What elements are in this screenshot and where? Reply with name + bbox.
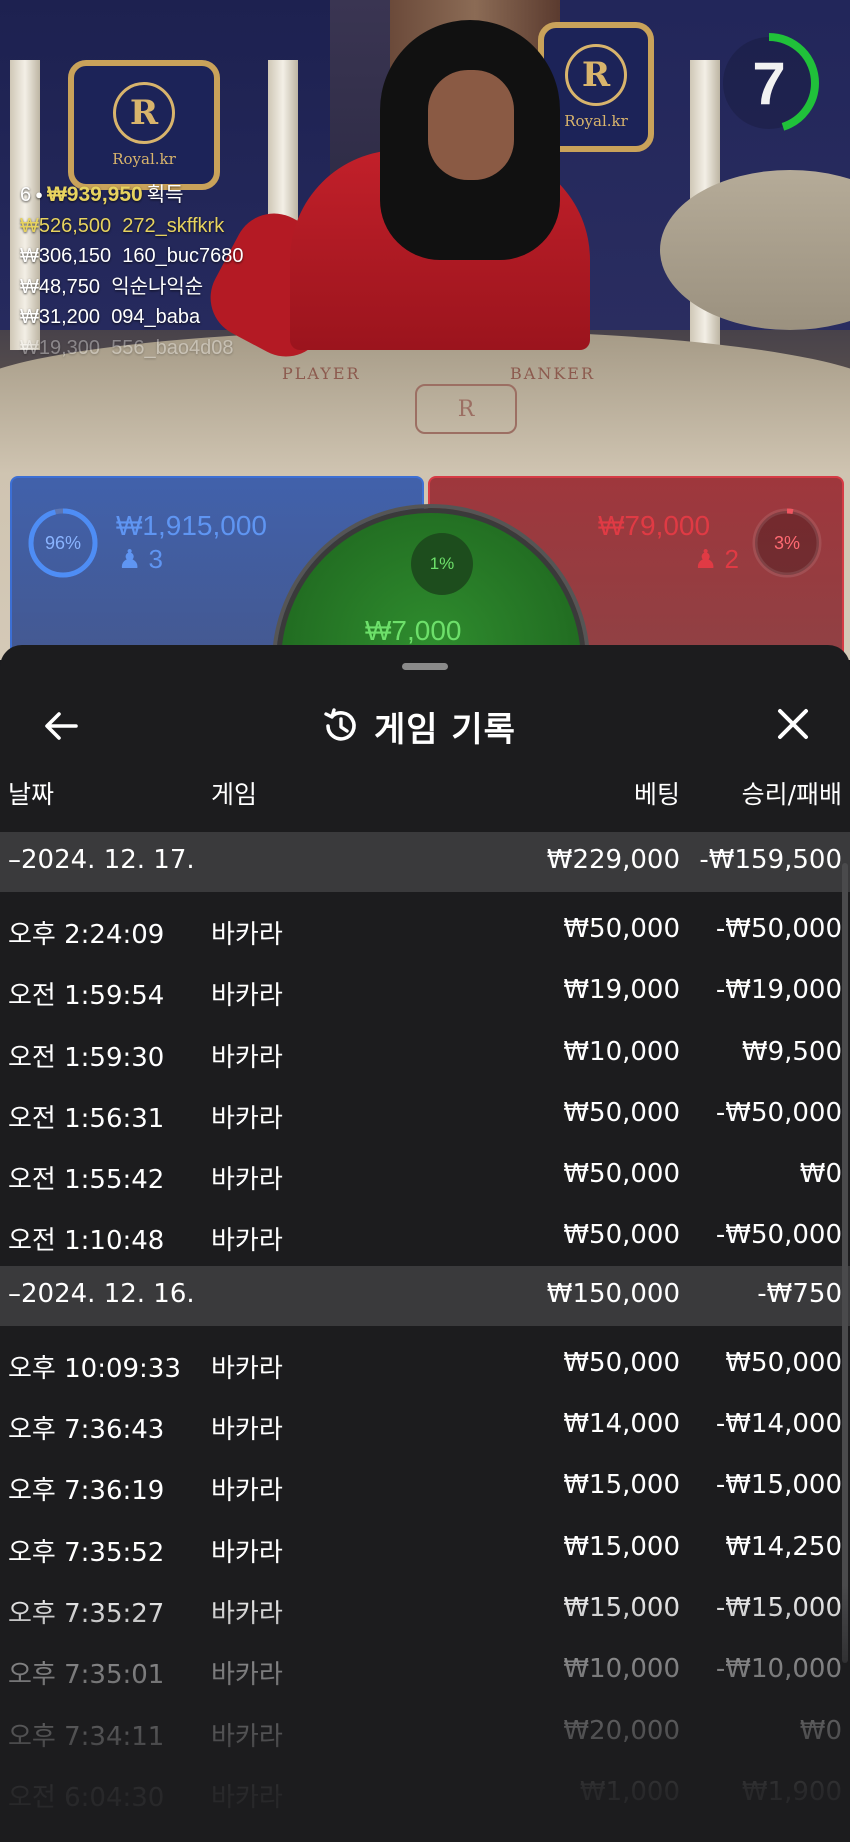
history-row[interactable]: 오후 7:36:43 바카라 ₩14,000 -₩14,000 bbox=[0, 1393, 850, 1454]
date-group-header[interactable]: –2024. 12. 16. ₩150,000 -₩750 bbox=[0, 1265, 850, 1326]
column-bet: 베팅 bbox=[633, 780, 680, 809]
winners-total-suffix: 획득 bbox=[146, 184, 184, 206]
winner-row: ₩19,300 556_bao4d08 bbox=[20, 336, 234, 359]
tie-percent: 1% bbox=[411, 533, 473, 595]
history-row[interactable]: 오전 1:59:30 바카라 ₩10,000 ₩9,500 bbox=[0, 1021, 850, 1082]
winners-total: ₩939,950 bbox=[46, 183, 143, 206]
brand-logo: R Royal.kr bbox=[68, 60, 220, 190]
game-history-sheet: 게임 기록 날짜 게임 베팅 승리/패배 –2024. 12. 17. ₩229… bbox=[0, 645, 850, 1842]
history-row[interactable]: 오전 1:59:54 바카라 ₩19,000 -₩19,000 bbox=[0, 959, 850, 1020]
history-row[interactable]: 오후 7:34:11 바카라 ₩20,000 ₩0 bbox=[0, 1700, 850, 1761]
date-group-header[interactable]: –2024. 12. 17. ₩229,000 -₩159,500 bbox=[0, 832, 850, 892]
history-row[interactable]: 오전 1:56:31 바카라 ₩50,000 -₩50,000 bbox=[0, 1082, 850, 1143]
back-arrow-icon bbox=[45, 712, 78, 740]
winners-list: 6 ● ₩939,950 획득 ₩526,500 272_skffkrk ₩30… bbox=[20, 180, 244, 363]
history-row[interactable]: 오전 1:55:42 바카라 ₩50,000 ₩0 bbox=[0, 1143, 850, 1204]
close-icon bbox=[778, 709, 808, 739]
history-row[interactable]: 오후 7:35:01 바카라 ₩10,000 -₩10,000 bbox=[0, 1638, 850, 1699]
column-game: 게임 bbox=[211, 780, 258, 809]
column-date: 날짜 bbox=[8, 780, 55, 809]
player-bet-count: ♟ 3 bbox=[118, 544, 164, 574]
round-timer: 7 bbox=[716, 30, 822, 136]
timer-seconds: 7 bbox=[752, 49, 786, 117]
winner-row: ₩48,750 익순나익순 bbox=[20, 275, 204, 298]
history-row[interactable]: 오후 2:24:09 바카라 ₩50,000 -₩50,000 bbox=[0, 898, 850, 959]
history-row[interactable]: 오후 7:36:19 바카라 ₩15,000 -₩15,000 bbox=[0, 1454, 850, 1515]
history-list: –2024. 12. 17. ₩229,000 -₩159,500 오후 2:2… bbox=[0, 832, 850, 1822]
felt-logo: R bbox=[415, 384, 517, 434]
history-row[interactable]: 오후 7:35:52 바카라 ₩15,000 ₩14,250 bbox=[0, 1516, 850, 1577]
sheet-header: 게임 기록 bbox=[0, 685, 850, 765]
banker-percent-ring: 3% bbox=[750, 506, 824, 580]
user-icon: ● bbox=[35, 187, 43, 202]
user-icon: ♟ bbox=[118, 544, 142, 574]
banker-percent: 3% bbox=[773, 532, 800, 553]
back-button[interactable] bbox=[38, 703, 84, 749]
winners-summary: 6 ● ₩939,950 획득 bbox=[20, 180, 244, 211]
winner-row: ₩526,500 272_skffkrk bbox=[20, 214, 225, 237]
dealer bbox=[428, 70, 514, 180]
history-row[interactable]: 오전 1:10:48 바카라 ₩50,000 -₩50,000 bbox=[0, 1204, 850, 1265]
history-row[interactable]: 오후 7:35:27 바카라 ₩15,000 -₩15,000 bbox=[0, 1577, 850, 1638]
history-icon bbox=[324, 708, 356, 741]
scrollbar[interactable] bbox=[842, 863, 848, 1663]
sheet-title: 게임 기록 bbox=[320, 701, 516, 751]
banker-bet-amount: ₩79,000 bbox=[598, 510, 711, 541]
tie-bet-amount: ₩7,000 bbox=[365, 615, 462, 646]
player-percent-ring: 96% bbox=[26, 506, 100, 580]
history-row[interactable]: 오후 10:09:33 바카라 ₩50,000 ₩50,000 bbox=[0, 1332, 850, 1393]
user-icon: ♟ bbox=[694, 544, 718, 574]
player-percent: 96% bbox=[44, 532, 82, 553]
felt-label-banker: BANKER bbox=[510, 364, 595, 383]
sheet-drag-handle[interactable] bbox=[402, 663, 448, 670]
felt-label-player: PLAYER bbox=[282, 364, 361, 383]
table-header: 날짜 게임 베팅 승리/패배 bbox=[0, 775, 850, 815]
winner-row: ₩31,200 094_baba bbox=[20, 306, 201, 328]
winner-row: ₩306,150 160_buc7680 bbox=[20, 245, 244, 267]
column-winloss: 승리/패배 bbox=[741, 780, 842, 809]
page-title: 게임 기록 bbox=[374, 709, 516, 750]
banker-bet-count: ♟ 2 bbox=[694, 544, 740, 574]
close-button[interactable] bbox=[768, 699, 818, 749]
player-bet-amount: ₩1,915,000 bbox=[116, 510, 267, 541]
winner-count: 6 bbox=[20, 184, 32, 206]
history-row[interactable]: 오전 6:04:30 바카라 ₩1,000 ₩1,900 bbox=[0, 1761, 850, 1822]
